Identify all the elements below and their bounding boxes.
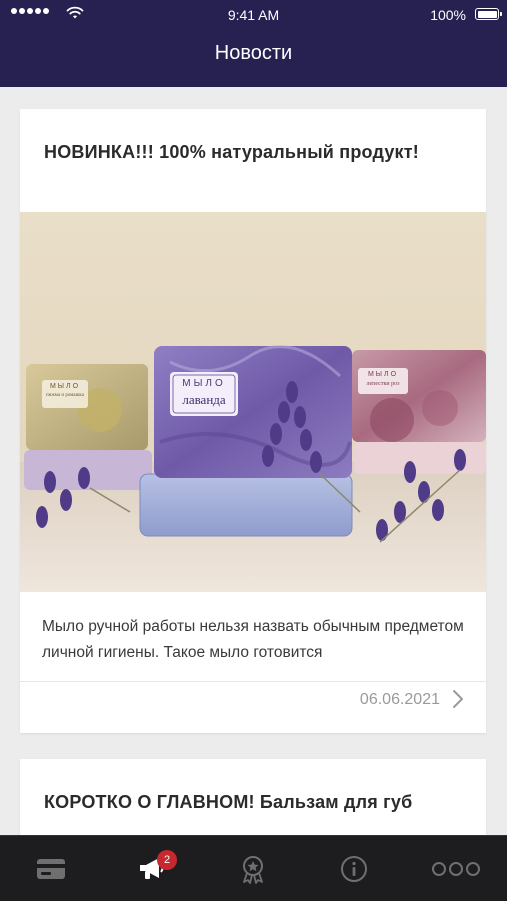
tab-card[interactable] [0, 836, 101, 901]
news-card-excerpt: Мыло ручной работы нельзя назвать обычны… [42, 618, 464, 661]
page-title: Новости [214, 42, 293, 64]
news-card-title: НОВИНКА!!! 100% натуральный продукт! [44, 142, 419, 162]
soap-label-top: МЫЛО [367, 371, 399, 378]
news-card[interactable]: КОРОТКО О ГЛАВНОМ! Бальзам для губ [20, 759, 486, 835]
more-icon [431, 861, 480, 876]
card-icon [36, 858, 65, 879]
info-icon [340, 855, 367, 882]
news-card-image: МЫЛО лаванда МЫЛО лепестки роз МЫЛО пижм… [20, 212, 486, 592]
chevron-right-icon[interactable] [452, 689, 464, 709]
soap-label-top: МЫЛО [49, 383, 81, 390]
tab-more[interactable] [404, 836, 507, 901]
soap-label-bottom: лепестки роз [366, 381, 400, 387]
soap-label-top: МЫЛО [182, 378, 226, 389]
soap-photo [20, 212, 486, 592]
tab-bar: 2 [0, 835, 507, 901]
tab-rewards[interactable] [202, 836, 303, 901]
battery-percent: 100% [430, 7, 466, 23]
navigation-bar: Новости [0, 30, 507, 87]
notification-badge: 2 [157, 850, 177, 870]
tab-news[interactable]: 2 [101, 836, 202, 901]
tab-info[interactable] [303, 836, 404, 901]
news-card[interactable]: НОВИНКА!!! 100% натуральный продукт! МЫЛ… [20, 109, 486, 733]
soap-label-bottom: пижма и ромашка [45, 393, 84, 398]
card-divider [20, 681, 486, 682]
news-card-title: КОРОТКО О ГЛАВНОМ! Бальзам для губ [44, 792, 413, 812]
soap-label-bottom: лаванда [182, 392, 226, 407]
news-feed[interactable]: НОВИНКА!!! 100% натуральный продукт! МЫЛ… [0, 87, 507, 835]
news-card-date: 06.06.2021 [359, 691, 440, 708]
award-icon [242, 855, 263, 884]
battery-icon [475, 8, 502, 20]
status-bar: 9:41 AM 100% [0, 0, 507, 30]
